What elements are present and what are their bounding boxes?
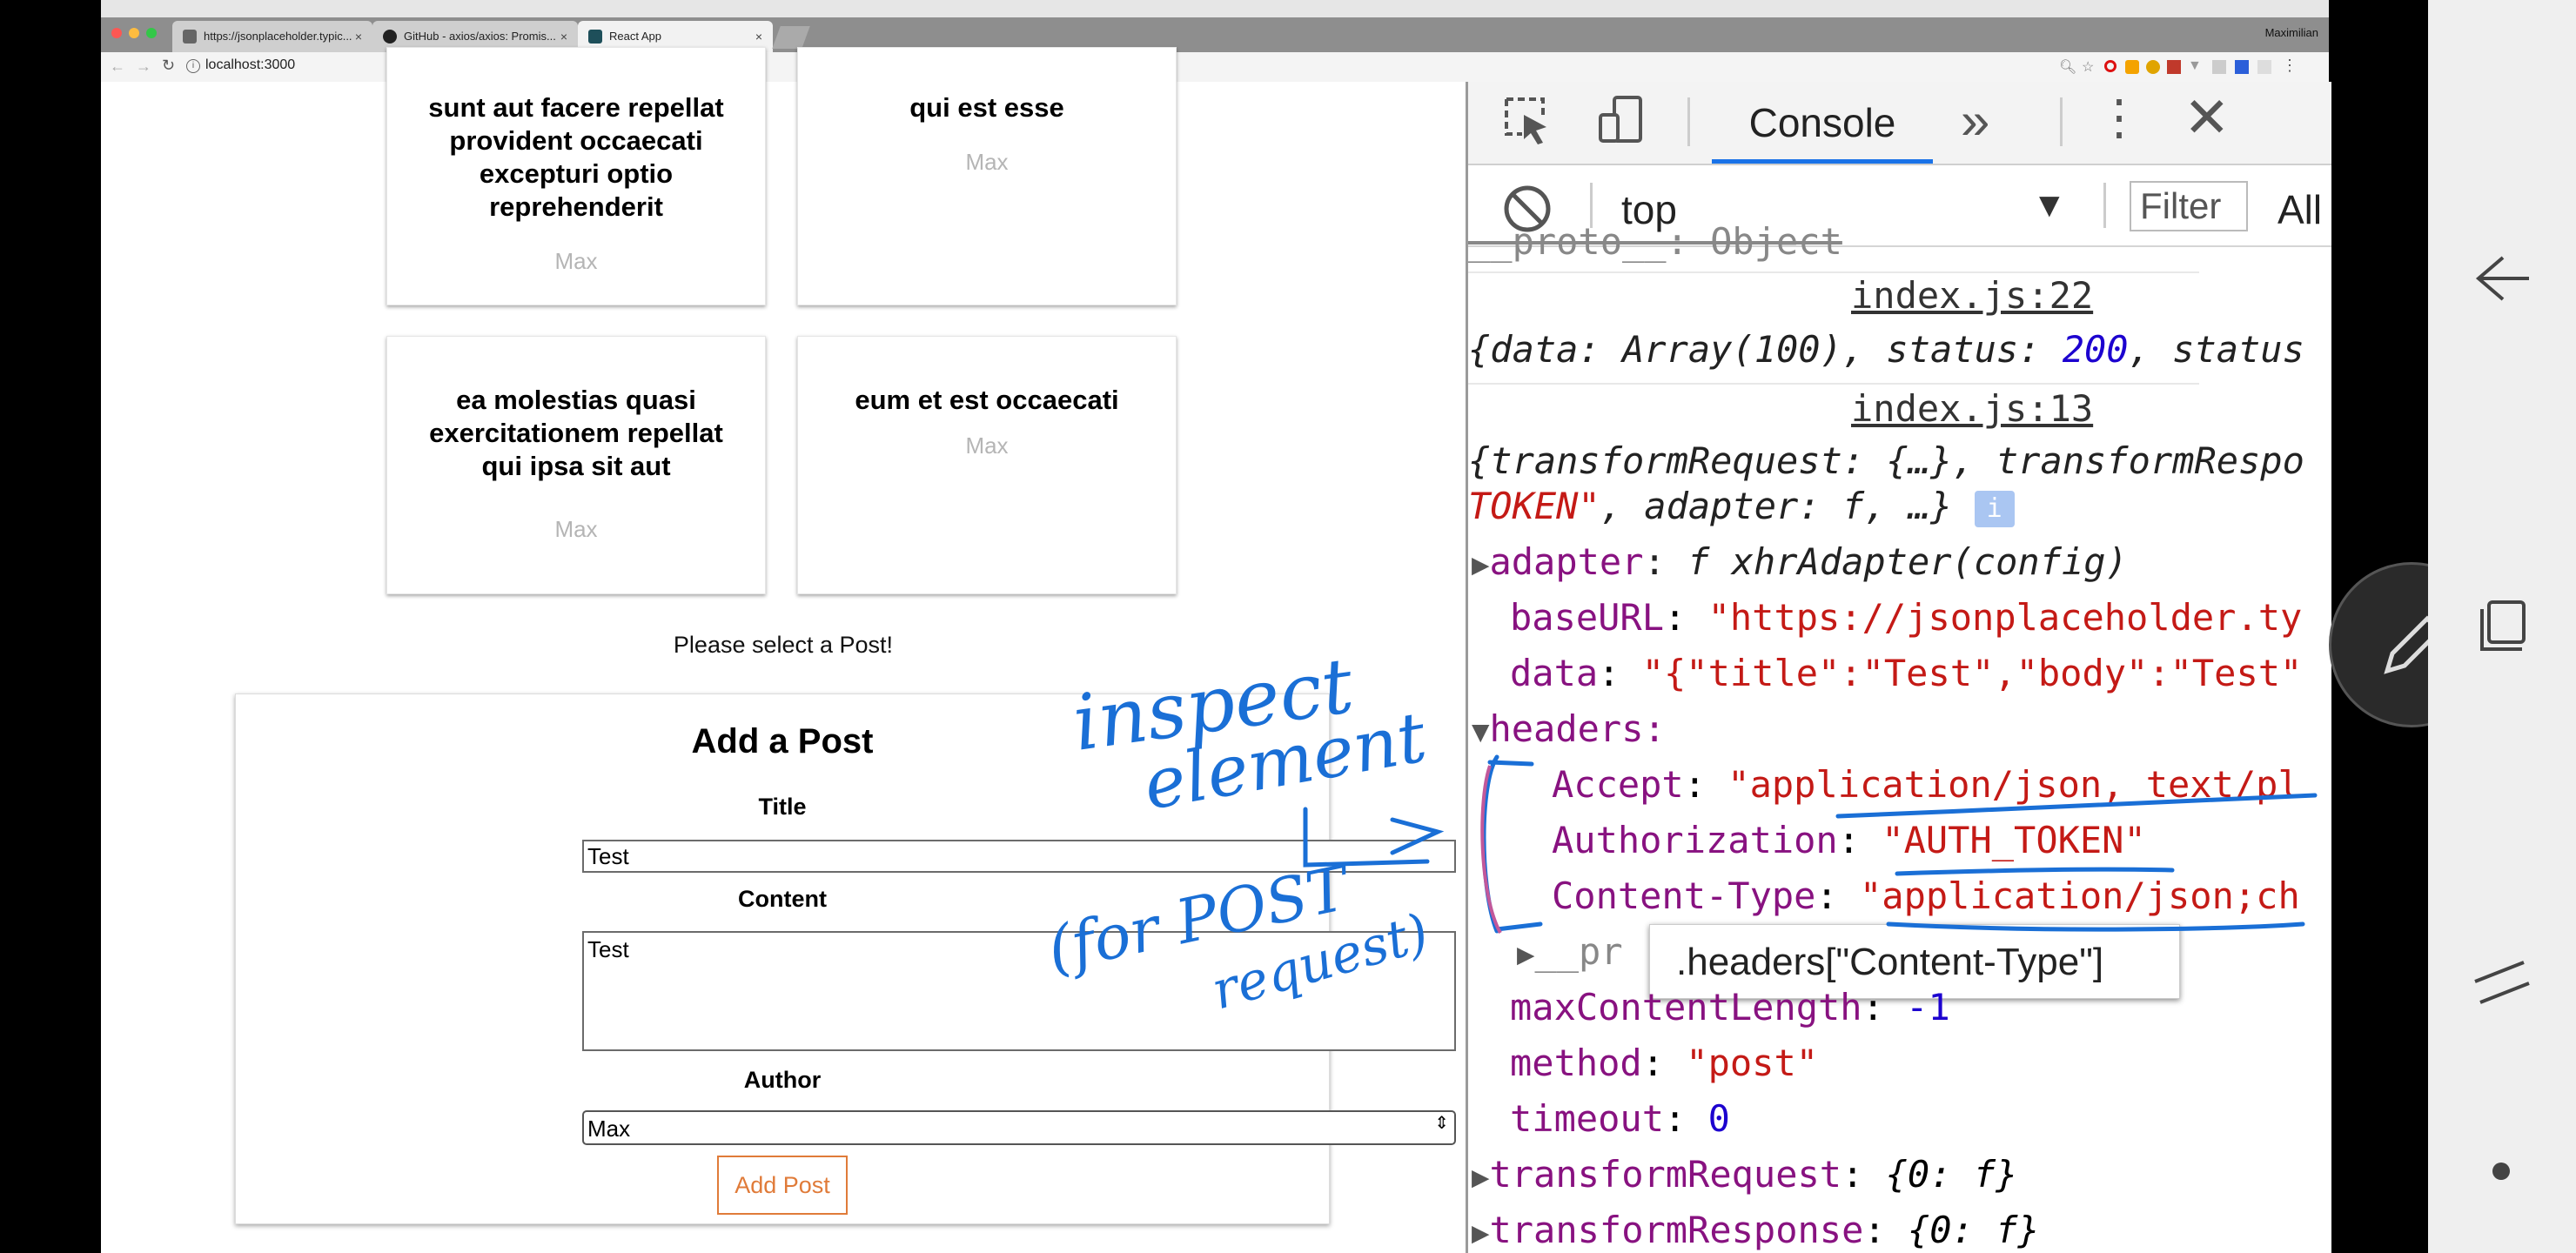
recent-apps-icon[interactable] xyxy=(2477,599,2529,654)
handwritten-annotation: inspect element (for POST request) xyxy=(1041,640,2318,1022)
android-navigation-bar xyxy=(2428,0,2576,1253)
nav-dot-icon[interactable] xyxy=(2492,1163,2510,1180)
home-swipe-icon[interactable] xyxy=(2472,957,2532,1009)
back-arrow-icon[interactable] xyxy=(2472,252,2534,305)
